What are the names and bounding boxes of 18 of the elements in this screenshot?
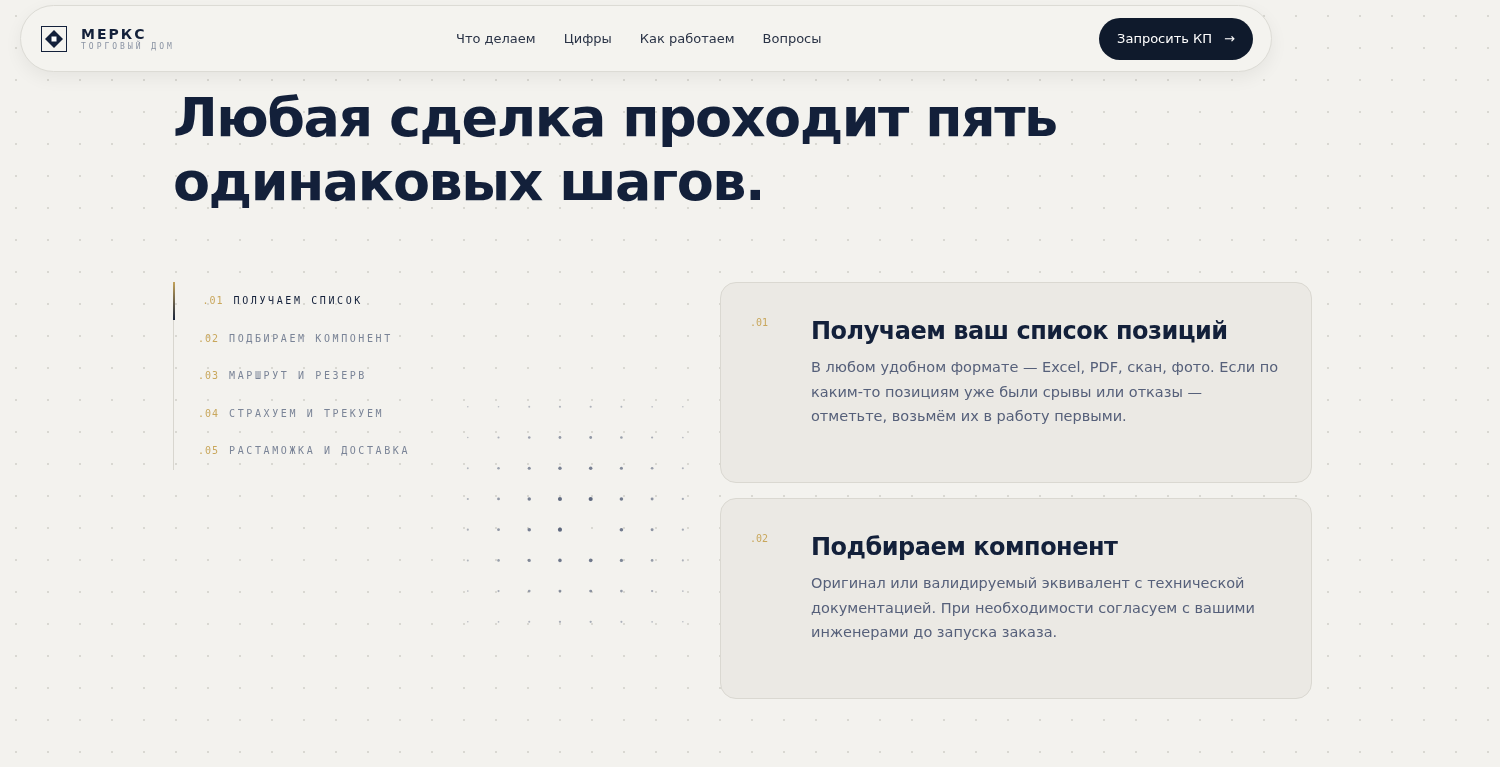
step-tab[interactable]: .01 ПОЛУЧАЕМ СПИСОК — [172, 282, 474, 320]
step-tab[interactable]: .02 ПОДБИРАЕМ КОМПОНЕНТ — [174, 319, 474, 357]
card-title: Подбираем компонент — [811, 533, 1119, 561]
nav-link[interactable]: Цифры — [563, 31, 612, 46]
card-number: .01 — [750, 317, 769, 328]
card-text: Оригинал или валидируемый эквивалент с технической документацией. При необходимости согласуем с вашими инженерами до запуска заказа. — [811, 574, 1256, 642]
request-quote-button[interactable]: Запросить КП → — [1099, 17, 1253, 60]
logo-icon — [41, 25, 67, 52]
nav-link[interactable]: Что делаем — [456, 31, 536, 46]
step-tab[interactable]: .04 СТРАХУЕМ И ТРЕКУЕМ — [174, 394, 474, 432]
section-heading: Любая сделка проходит пять одинаковых шагов. — [173, 86, 1058, 214]
card-text: В любом удобном формате — Excel, PDF, скан, фото. Если по каким-то позициям уже были срывы или отказы — отметьте, возьмём их в работу первыми. — [811, 358, 1280, 426]
nav-link[interactable]: Вопросы — [762, 31, 822, 46]
nav-link[interactable]: Как работаем — [639, 31, 735, 46]
brand-tagline: ТОРГОВЫЙ ДОМ — [81, 42, 175, 51]
brand-name: МЕРКС — [81, 26, 148, 42]
card-title: Получаем ваш список позиций — [811, 317, 1229, 345]
card-number: .02 — [750, 533, 769, 544]
